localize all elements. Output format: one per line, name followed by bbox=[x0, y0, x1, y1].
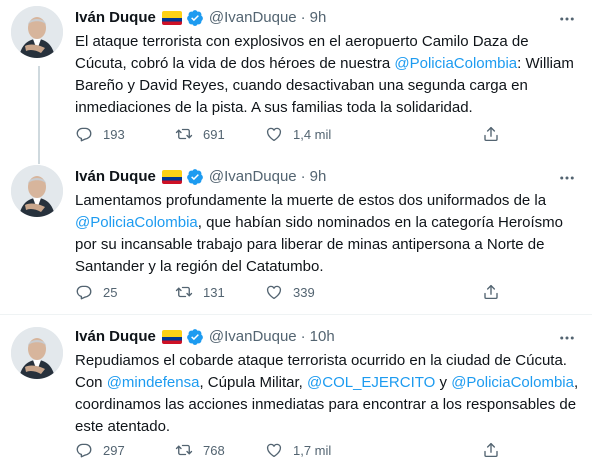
tweet-header: Iván Duque @IvanDuque · 10h bbox=[75, 327, 335, 347]
mention-link[interactable]: @PoliciaColombia bbox=[394, 55, 517, 72]
avatar[interactable] bbox=[11, 165, 63, 217]
retweet-count: 131 bbox=[203, 284, 225, 300]
heart-icon bbox=[266, 127, 282, 142]
retweet-button[interactable]: 131 bbox=[175, 282, 225, 302]
reply-count: 25 bbox=[103, 284, 118, 300]
retweet-count: 691 bbox=[203, 126, 225, 142]
author-name[interactable]: Iván Duque bbox=[75, 8, 156, 28]
colombia-flag-icon bbox=[161, 330, 182, 344]
more-options-icon[interactable] bbox=[556, 169, 578, 187]
like-button[interactable]: 339 bbox=[265, 282, 315, 302]
heart-icon bbox=[266, 443, 282, 458]
retweet-button[interactable]: 691 bbox=[175, 124, 225, 144]
tweet-text-segment: y bbox=[435, 374, 452, 391]
verified-badge-icon bbox=[186, 328, 204, 346]
tweet-timestamp[interactable]: 9h bbox=[310, 167, 327, 187]
tweet-text: Repudiamos el cobarde ataque terrorista … bbox=[75, 350, 580, 438]
tweet-divider bbox=[0, 314, 592, 315]
like-count: 1,4 mil bbox=[293, 126, 332, 142]
reply-count: 297 bbox=[103, 442, 125, 458]
retweet-icon bbox=[175, 286, 193, 298]
share-icon bbox=[484, 126, 498, 142]
reply-button[interactable]: 25 bbox=[75, 282, 117, 302]
header-separator: · bbox=[300, 9, 306, 26]
more-options-icon[interactable] bbox=[556, 10, 578, 28]
share-icon bbox=[484, 442, 498, 458]
retweet-icon bbox=[175, 444, 193, 456]
tweet-actions: 297 768 1,7 mil bbox=[75, 440, 515, 460]
colombia-flag-icon bbox=[161, 11, 182, 25]
mention-link[interactable]: @COL_EJERCITO bbox=[307, 374, 435, 391]
like-count: 1,7 mil bbox=[293, 442, 332, 458]
tweet-text-segment: , Cúpula Militar, bbox=[199, 374, 308, 391]
author-handle[interactable]: @IvanDuque bbox=[209, 327, 297, 347]
tweet-header: Iván Duque @IvanDuque · 9h bbox=[75, 8, 326, 28]
reply-count: 193 bbox=[103, 126, 125, 142]
retweet-icon bbox=[175, 128, 193, 140]
tweet[interactable]: Iván Duque @IvanDuque · 9h Lamentamos pr… bbox=[0, 152, 592, 314]
heart-icon bbox=[266, 285, 282, 300]
avatar[interactable] bbox=[11, 6, 63, 58]
tweet-actions: 193 691 1,4 mil bbox=[75, 124, 515, 144]
verified-badge-icon bbox=[186, 168, 204, 186]
share-button[interactable] bbox=[482, 124, 500, 144]
tweet-text: El ataque terrorista con explosivos en e… bbox=[75, 31, 580, 119]
like-count: 339 bbox=[293, 284, 315, 300]
mention-link[interactable]: @PoliciaColombia bbox=[75, 214, 198, 231]
share-button[interactable] bbox=[482, 282, 500, 302]
share-button[interactable] bbox=[482, 440, 500, 460]
reply-icon bbox=[76, 443, 92, 458]
tweet-timestamp[interactable]: 10h bbox=[310, 327, 335, 347]
author-name[interactable]: Iván Duque bbox=[75, 327, 156, 347]
tweet-header: Iván Duque @IvanDuque · 9h bbox=[75, 167, 326, 187]
tweet-text: Lamentamos profundamente la muerte de es… bbox=[75, 190, 580, 278]
mention-link[interactable]: @mindefensa bbox=[107, 374, 200, 391]
tweet-timestamp[interactable]: 9h bbox=[310, 8, 327, 28]
more-options-icon[interactable] bbox=[556, 329, 578, 347]
tweet-text-segment: Lamentamos profundamente la muerte de es… bbox=[75, 192, 547, 209]
tweet[interactable]: Iván Duque @IvanDuque · 10h Repudiamos e… bbox=[0, 316, 592, 470]
colombia-flag-icon bbox=[161, 170, 182, 184]
verified-badge-icon bbox=[186, 9, 204, 27]
tweet[interactable]: Iván Duque @IvanDuque · 9h El ataque ter… bbox=[0, 0, 592, 152]
reply-button[interactable]: 193 bbox=[75, 124, 125, 144]
reply-icon bbox=[76, 127, 92, 142]
author-handle[interactable]: @IvanDuque bbox=[209, 8, 297, 28]
header-separator: · bbox=[300, 168, 306, 185]
avatar[interactable] bbox=[11, 327, 63, 379]
author-handle[interactable]: @IvanDuque bbox=[209, 167, 297, 187]
header-separator: · bbox=[300, 328, 306, 345]
tweet-actions: 25 131 339 bbox=[75, 282, 515, 302]
author-name[interactable]: Iván Duque bbox=[75, 167, 156, 187]
retweet-count: 768 bbox=[203, 442, 225, 458]
share-icon bbox=[484, 284, 498, 300]
reply-icon bbox=[76, 285, 92, 300]
mention-link[interactable]: @PoliciaColombia bbox=[451, 374, 574, 391]
like-button[interactable]: 1,7 mil bbox=[265, 440, 331, 460]
like-button[interactable]: 1,4 mil bbox=[265, 124, 331, 144]
retweet-button[interactable]: 768 bbox=[175, 440, 225, 460]
reply-button[interactable]: 297 bbox=[75, 440, 125, 460]
tweet-thread: Iván Duque @IvanDuque · 9h El ataque ter… bbox=[0, 0, 592, 470]
